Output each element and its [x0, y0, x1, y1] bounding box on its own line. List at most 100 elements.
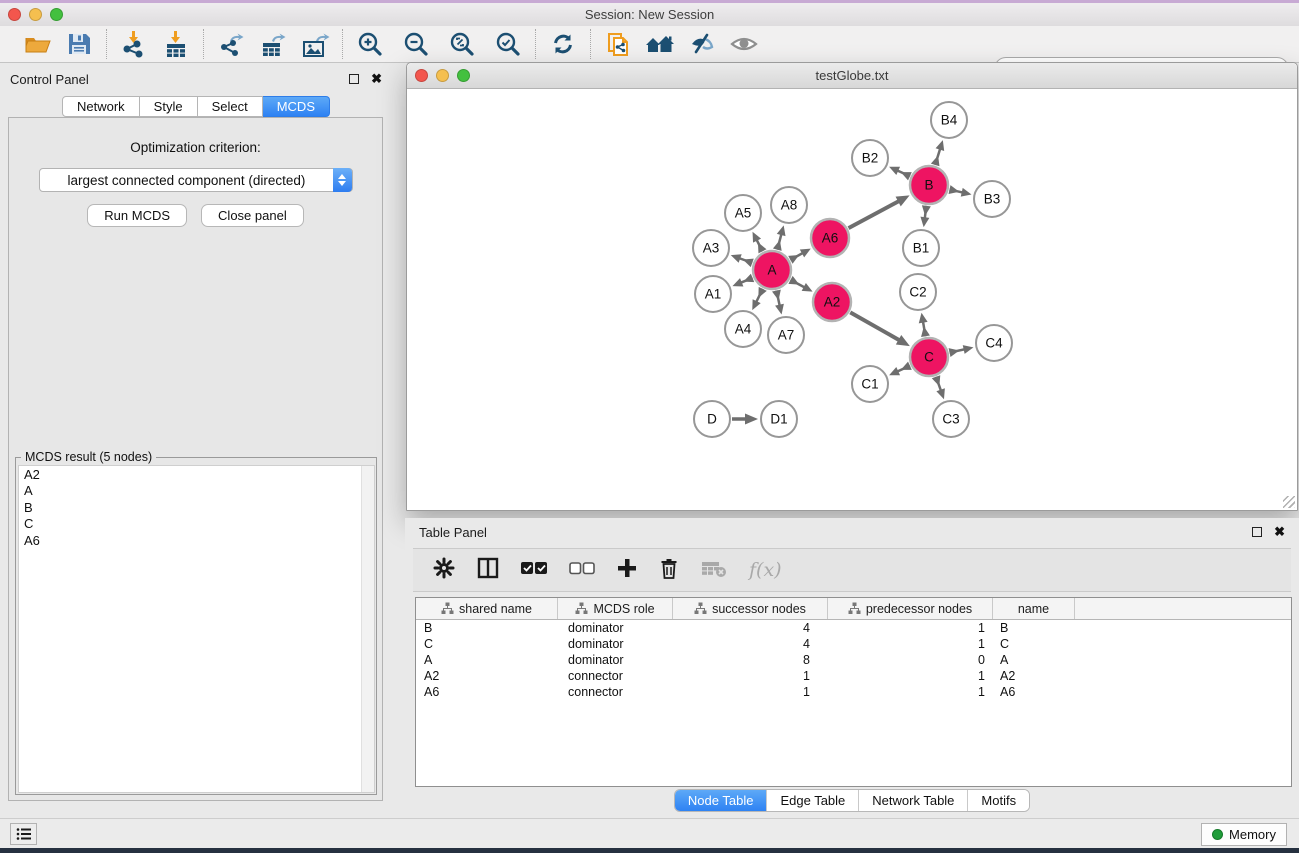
table-row[interactable]: A6connector11A6	[416, 684, 1291, 700]
export-image-button[interactable]	[300, 29, 330, 59]
tab-style[interactable]: Style	[140, 96, 198, 117]
zoom-selected-button[interactable]	[493, 29, 523, 59]
attribute-type-icon	[694, 602, 707, 615]
graph-node-B[interactable]: B	[910, 166, 948, 204]
float-panel-icon[interactable]	[349, 74, 359, 84]
graph-edge[interactable]	[850, 312, 901, 341]
export-table-button[interactable]	[258, 29, 288, 59]
open-session-button[interactable]	[22, 29, 52, 59]
optimization-criterion-dropdown[interactable]: largest connected component (directed)	[39, 168, 353, 192]
refresh-layout-button[interactable]	[548, 29, 578, 59]
task-history-button[interactable]	[10, 823, 37, 845]
table-cell: A	[416, 652, 558, 668]
import-table-button[interactable]	[161, 29, 191, 59]
show-column-panel-button[interactable]	[477, 557, 499, 584]
graph-node-D[interactable]: D	[694, 401, 730, 437]
create-column-button[interactable]	[617, 558, 637, 583]
import-network-button[interactable]	[119, 29, 149, 59]
network-graph[interactable]: B4 B2 B B3 A8 A5 A6 A3 B1 A A1 C2 A2 A4A7 C4 C C1 C3 D D1	[408, 90, 1297, 510]
graph-node-B1[interactable]: B1	[903, 230, 939, 266]
clone-network-button[interactable]	[603, 29, 633, 59]
result-item[interactable]: B	[19, 499, 374, 516]
run-mcds-button[interactable]: Run MCDS	[87, 204, 187, 227]
graph-node-A[interactable]: A	[753, 251, 791, 289]
graph-node-A7[interactable]: A7	[768, 317, 804, 353]
function-builder-button-disabled[interactable]: f(x)	[749, 559, 782, 581]
graph-node-C2[interactable]: C2	[900, 274, 936, 310]
delete-column-button[interactable]	[659, 557, 679, 584]
result-item[interactable]: A2	[19, 466, 374, 483]
zoom-in-button[interactable]	[355, 29, 385, 59]
table-row[interactable]: Cdominator41C	[416, 636, 1291, 652]
graph-node-label: B	[924, 178, 933, 193]
graph-node-B3[interactable]: B3	[974, 181, 1010, 217]
result-item[interactable]: A	[19, 483, 374, 500]
float-panel-icon[interactable]	[1252, 527, 1262, 537]
session-title: Session: New Session	[0, 7, 1299, 22]
node-table: shared nameMCDS rolesuccessor nodesprede…	[415, 597, 1292, 787]
graph-node-A8[interactable]: A8	[771, 187, 807, 223]
graph-node-C[interactable]: C	[910, 338, 948, 376]
zoom-fit-button[interactable]	[447, 29, 477, 59]
graph-node-A2[interactable]: A2	[813, 283, 851, 321]
tab-node-table[interactable]: Node Table	[675, 790, 768, 811]
save-session-button[interactable]	[64, 29, 94, 59]
table-settings-button[interactable]	[433, 557, 455, 584]
home-networks-button[interactable]	[645, 29, 675, 59]
show-graphics-details-button[interactable]	[729, 29, 759, 59]
table-row[interactable]: A2connector11A2	[416, 668, 1291, 684]
network-window-titlebar[interactable]: testGlobe.txt	[407, 63, 1297, 89]
select-all-button[interactable]	[521, 561, 547, 580]
graph-node-label: B2	[862, 151, 879, 166]
column-header-successor-nodes[interactable]: successor nodes	[673, 598, 828, 619]
memory-button[interactable]: Memory	[1201, 823, 1287, 846]
result-list-scrollbar[interactable]	[361, 466, 374, 792]
mcds-result-list[interactable]: A2ABCA6	[18, 465, 375, 793]
graph-node-label: A	[767, 263, 776, 278]
column-header-name[interactable]: name	[993, 598, 1075, 619]
tab-network-table[interactable]: Network Table	[859, 790, 968, 811]
edge-arrowhead	[961, 188, 972, 197]
graph-node-B2[interactable]: B2	[852, 140, 888, 176]
export-network-button[interactable]	[216, 29, 246, 59]
graph-node-C4[interactable]: C4	[976, 325, 1012, 361]
graph-node-label: A6	[822, 231, 839, 246]
result-item[interactable]: C	[19, 516, 374, 533]
table-row[interactable]: Bdominator41B	[416, 620, 1291, 636]
graph-edge[interactable]	[849, 200, 901, 228]
graph-node-C1[interactable]: C1	[852, 366, 888, 402]
tab-edge-table[interactable]: Edge Table	[767, 790, 859, 811]
close-panel-icon[interactable]: ✖	[371, 74, 382, 84]
graph-node-A6[interactable]: A6	[811, 219, 849, 257]
graph-node-C3[interactable]: C3	[933, 401, 969, 437]
graph-node-A3[interactable]: A3	[693, 230, 729, 266]
zoom-out-button[interactable]	[401, 29, 431, 59]
graph-node-A1[interactable]: A1	[695, 276, 731, 312]
toggle-node-labels-button[interactable]	[687, 29, 717, 59]
deselect-all-button[interactable]	[569, 561, 595, 580]
graph-node-A4[interactable]: A4	[725, 311, 761, 347]
graph-node-B4[interactable]: B4	[931, 102, 967, 138]
window-resize-grip[interactable]	[1283, 496, 1295, 508]
delete-table-button-disabled[interactable]	[701, 558, 727, 583]
tab-network[interactable]: Network	[62, 96, 140, 117]
tab-motifs[interactable]: Motifs	[968, 790, 1029, 811]
zoom-in-icon	[357, 31, 384, 58]
column-header-predecessor-nodes[interactable]: predecessor nodes	[828, 598, 993, 619]
edge-arrowhead	[921, 326, 930, 337]
tab-mcds[interactable]: MCDS	[263, 96, 330, 117]
graph-node-D1[interactable]: D1	[761, 401, 797, 437]
table-row[interactable]: Adominator80A	[416, 652, 1291, 668]
network-canvas[interactable]: B4 B2 B B3 A8 A5 A6 A3 B1 A A1 C2 A2 A4A7 C4 C C1 C3 D D1	[408, 90, 1297, 510]
table-cell: 1	[828, 668, 993, 684]
tab-select[interactable]: Select	[198, 96, 263, 117]
edge-arrowhead	[731, 254, 742, 262]
close-panel-icon[interactable]: ✖	[1274, 527, 1285, 537]
dropdown-stepper-icon[interactable]	[333, 168, 352, 192]
column-header-MCDS-role[interactable]: MCDS role	[558, 598, 673, 619]
close-panel-button[interactable]: Close panel	[201, 204, 304, 227]
graph-node-A5[interactable]: A5	[725, 195, 761, 231]
list-icon	[16, 827, 32, 841]
result-item[interactable]: A6	[19, 532, 374, 549]
column-header-shared-name[interactable]: shared name	[416, 598, 558, 619]
